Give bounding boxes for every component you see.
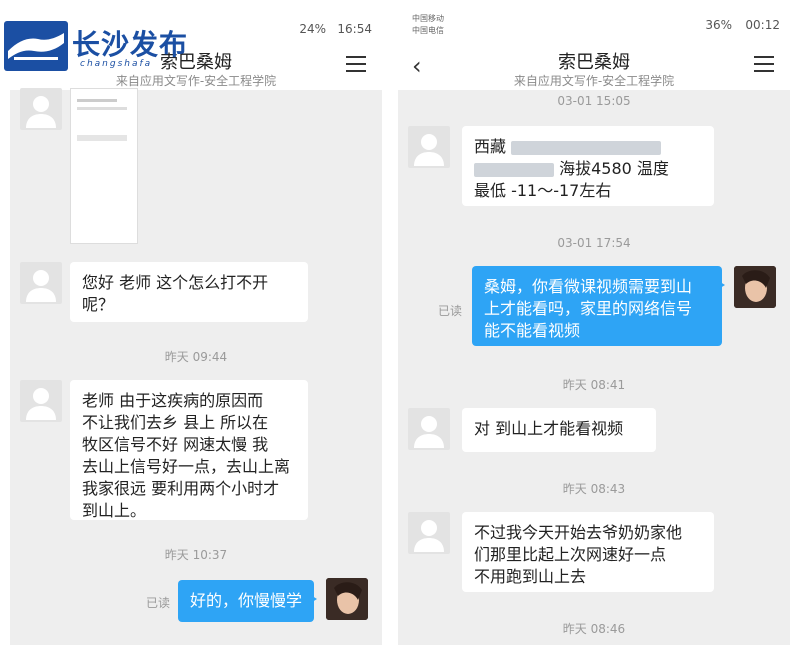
battery-percent: 24%	[299, 22, 326, 36]
shared-image-thumbnail[interactable]	[70, 88, 138, 244]
message-timestamp: 昨天 09:44	[164, 350, 228, 364]
user-avatar[interactable]	[734, 266, 776, 308]
contact-avatar[interactable]	[408, 408, 450, 450]
status-time: 16:54	[337, 22, 372, 36]
message-timestamp: 03-01 15:05	[557, 94, 631, 108]
changsha-release-logo: 长沙发布 changshafa	[4, 21, 194, 73]
chat-title: 索巴桑姆	[558, 52, 630, 73]
message-timestamp: 昨天 08:41	[562, 378, 626, 392]
message-timestamp: 03-01 17:54	[557, 236, 631, 250]
chat-header: 中国移动 中国电信 00:12 36% ‹ 索巴桑姆 来自应用文写作-安全工程学…	[398, 0, 790, 90]
contact-avatar[interactable]	[408, 512, 450, 554]
message-bubble-outgoing: 好的，你慢慢学	[178, 580, 317, 622]
logo-emblem-icon	[4, 21, 68, 71]
read-receipt: 已读	[146, 596, 171, 610]
chat-subtitle: 来自应用文写作-安全工程学院	[115, 74, 277, 88]
contact-avatar[interactable]	[20, 262, 62, 304]
menu-icon[interactable]	[754, 56, 774, 72]
redacted-text	[474, 162, 554, 177]
carrier-2: 中国电信	[412, 26, 444, 35]
carrier-1: 中国移动	[412, 14, 444, 23]
contact-avatar[interactable]	[408, 126, 450, 168]
chat-subtitle: 来自应用文写作-安全工程学院	[513, 74, 675, 88]
message-bubble: 西藏 海拔4580 温度 最低 -11～-17左右	[462, 126, 714, 206]
right-phone-screen: 中国移动 中国电信 00:12 36% ‹ 索巴桑姆 来自应用文写作-安全工程学…	[398, 0, 790, 645]
user-avatar[interactable]	[326, 578, 368, 620]
status-time: 00:12	[745, 18, 780, 32]
message-bubble: 您好 老师 这个怎么打不开 呢？	[70, 262, 308, 322]
contact-avatar[interactable]	[20, 380, 62, 422]
battery-percent: 36%	[705, 18, 732, 32]
message-timestamp: 昨天 10:37	[164, 548, 228, 562]
message-bubble: 不过我今天开始去爷奶奶家他 们那里比起上次网速好一点 不用跑到山上去	[462, 512, 714, 592]
left-phone-screen: 16:54 24% 索巴桑姆 来自应用文写作-安全工程学院 您好 老师 这个怎么…	[10, 0, 382, 645]
message-timestamp: 昨天 08:46	[562, 622, 626, 636]
menu-icon[interactable]	[346, 56, 366, 72]
redacted-text	[511, 140, 662, 155]
message-bubble: 老师 由于这疾病的原因而 不让我们去乡 县上 所以在 牧区信号不好 网速太慢 我…	[70, 380, 308, 520]
message-bubble-outgoing: 桑姆，你看微课视频需要到山 上才能看吗，家里的网络信号 能不能看视频	[472, 266, 725, 346]
message-bubble: 对 到山上才能看视频	[462, 408, 656, 452]
message-timestamp: 昨天 08:43	[562, 482, 626, 496]
read-receipt: 已读	[438, 304, 463, 318]
contact-avatar[interactable]	[20, 88, 62, 130]
